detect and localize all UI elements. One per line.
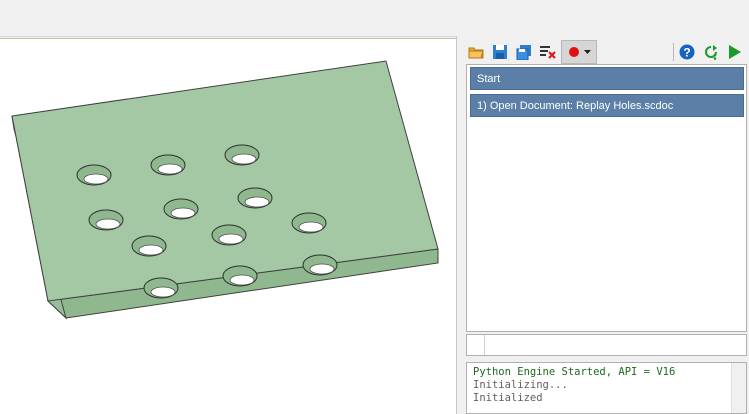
hole[interactable] [76,164,112,186]
clear-journal-icon[interactable] [538,42,558,62]
hole[interactable] [224,144,260,166]
journal-list[interactable]: Start 1) Open Document: Replay Holes.scd… [466,64,747,332]
ribbon-area [0,0,749,37]
hole[interactable] [222,265,258,287]
hole[interactable] [211,224,247,246]
hole[interactable] [291,212,327,234]
record-button[interactable] [561,40,597,64]
hole[interactable] [237,187,273,209]
journal-footer-cell [484,335,747,355]
python-console[interactable]: Python Engine Started, API = V16 Initial… [466,362,747,414]
script-panel: ? Start 1) Open Document: Replay Holes.s… [464,36,749,414]
console-line: Python Engine Started, API = V16 [473,366,676,378]
svg-text:?: ? [683,46,690,60]
hole[interactable] [131,235,167,257]
step-icon[interactable] [701,42,721,62]
console-line: Initializing... [473,379,568,391]
console-line: Initialized [473,392,543,404]
hole[interactable] [302,254,338,276]
hole[interactable] [143,277,179,299]
journal-row-open-document[interactable]: 1) Open Document: Replay Holes.scdoc [470,94,744,117]
console-scrollbar[interactable] [731,363,746,413]
model-view[interactable] [0,39,456,414]
hole[interactable] [150,154,186,176]
script-toolbar: ? [464,40,749,64]
chevron-down-icon [583,49,591,54]
journal-footer [466,334,747,356]
record-icon [568,47,579,57]
3d-viewport[interactable] [0,38,456,414]
save-as-icon[interactable] [514,42,534,62]
open-folder-icon[interactable] [466,42,486,62]
journal-row-start[interactable]: Start [470,67,744,90]
hole[interactable] [88,209,124,231]
save-icon[interactable] [490,42,510,62]
hole[interactable] [163,198,199,220]
toolbar-separator [673,43,674,61]
app-window: ? Start 1) Open Document: Replay Holes.s… [0,0,749,414]
help-icon[interactable]: ? [677,42,697,62]
run-icon[interactable] [725,42,745,62]
